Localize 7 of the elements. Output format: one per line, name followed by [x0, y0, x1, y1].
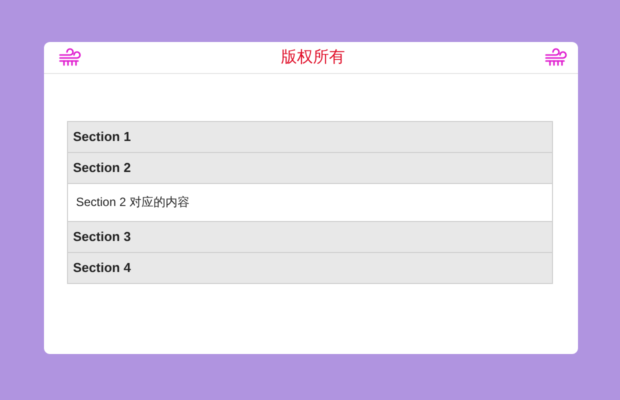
- section-header[interactable]: Section 1: [68, 122, 552, 153]
- section-header[interactable]: Section 2: [68, 153, 552, 184]
- wind-icon[interactable]: [544, 48, 568, 68]
- section-header[interactable]: Section 3: [68, 222, 552, 253]
- header-title: 版权所有: [281, 48, 345, 68]
- section-header[interactable]: Section 4: [68, 253, 552, 284]
- wind-icon[interactable]: [58, 48, 82, 68]
